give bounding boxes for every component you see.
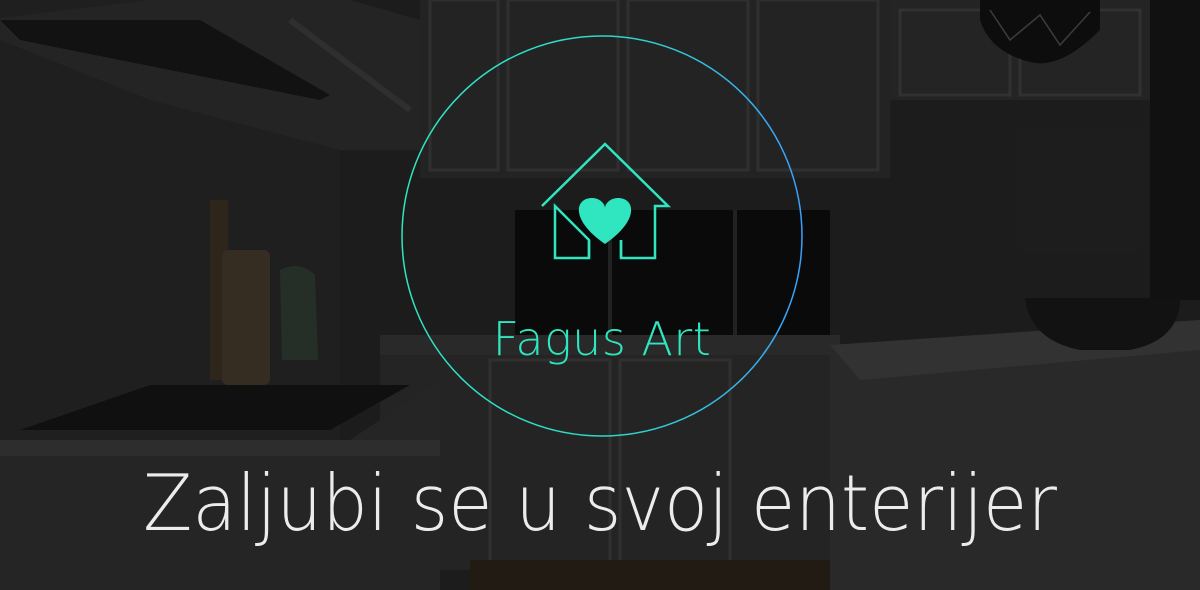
brand-name: Fagus Art <box>492 312 712 366</box>
brand-logo[interactable]: Fagus Art <box>400 34 804 438</box>
logo-ring <box>401 35 803 437</box>
house-heart-icon <box>541 142 672 260</box>
hero-section: Fagus Art Zaljubi se u svoj enterijer <box>0 0 1200 590</box>
hero-tagline: Zaljubi se u svoj enterijer <box>143 457 1057 549</box>
